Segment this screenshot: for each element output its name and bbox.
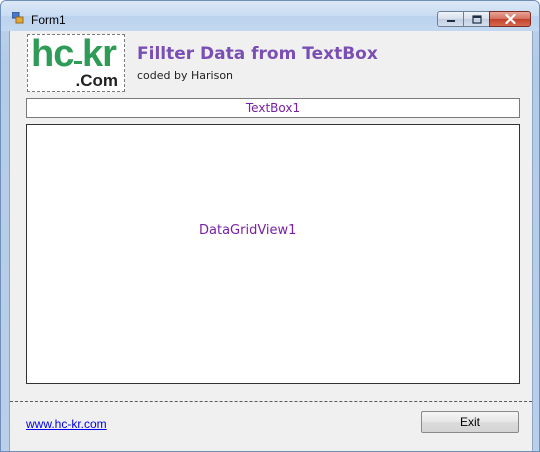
page-title: Fillter Data from TextBox (137, 44, 378, 64)
window-controls (437, 11, 531, 27)
minimize-button[interactable] (437, 11, 463, 27)
data-grid-label: DataGridView1 (199, 223, 297, 238)
page-subtitle: coded by Harison (137, 69, 234, 82)
form-client-area: hc kr .Com Fillter Data from TextBox cod… (9, 31, 533, 451)
form-window: Form1 hc kr .Com Fillter Data from TextB… (0, 0, 540, 452)
logo-text-hc: hc (31, 33, 74, 75)
maximize-button[interactable] (463, 11, 489, 27)
footer-separator (10, 401, 532, 402)
logo-dash (74, 61, 82, 64)
close-icon (504, 14, 516, 24)
close-button[interactable] (489, 11, 531, 27)
winform-icon (12, 12, 24, 24)
logo-text-com: .Com (75, 71, 119, 90)
website-link[interactable]: www.hc-kr.com (26, 417, 107, 431)
title-bar[interactable]: Form1 (1, 1, 539, 31)
maximize-icon (471, 14, 482, 24)
data-grid-view[interactable]: DataGridView1 (26, 124, 520, 384)
filter-textbox[interactable]: TextBox1 (26, 98, 520, 118)
minimize-icon (446, 20, 455, 22)
exit-button[interactable]: Exit (421, 411, 519, 433)
logo-picturebox: hc kr .Com (27, 33, 125, 92)
window-title: Form1 (31, 13, 66, 27)
logo-text-kr: kr (82, 33, 117, 75)
